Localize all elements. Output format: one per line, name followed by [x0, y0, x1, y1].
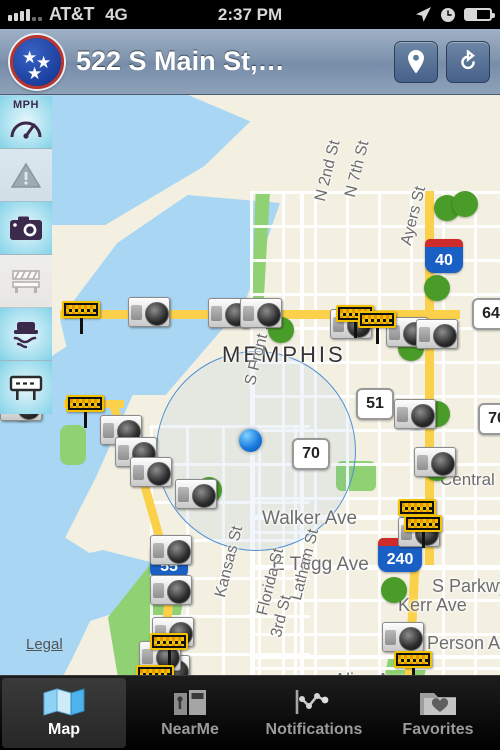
user-location-marker	[239, 429, 262, 452]
tennessee-tristar-logo[interactable]: ★ ★ ★	[10, 34, 64, 89]
tab-map[interactable]: Map	[2, 678, 126, 748]
camera-marker[interactable]	[382, 622, 424, 652]
map-canvas[interactable]: MEMPHIS McKeller Lake S Front St Walker …	[0, 95, 500, 675]
route-shield-us70: 70	[478, 403, 500, 435]
legal-link[interactable]: Legal	[26, 636, 63, 653]
map-label-street: S Parkwy	[432, 576, 500, 596]
favorites-folder-icon	[420, 693, 456, 715]
message-sign-marker[interactable]	[66, 395, 104, 428]
message-sign-marker[interactable]	[62, 301, 100, 334]
tab-label: Favorites	[402, 721, 474, 738]
tab-bar: Map NearMe Notifications Favorites	[0, 675, 500, 750]
camera-marker[interactable]	[416, 319, 458, 349]
camera-marker[interactable]	[175, 479, 217, 509]
route-shield-us51: 51	[356, 388, 394, 420]
map-label-street: Walker Ave	[262, 508, 358, 529]
sidebar-item-speed[interactable]: MPH	[0, 96, 52, 149]
message-sign-marker[interactable]	[136, 665, 174, 675]
message-sign-marker[interactable]	[150, 633, 188, 666]
sidebar-item-roadwork[interactable]	[0, 255, 52, 308]
map-label-city: MEMPHIS	[222, 342, 346, 367]
alarm-clock-icon	[441, 7, 455, 22]
tab-nearme[interactable]: NearMe	[128, 676, 252, 750]
message-sign-icon	[9, 375, 43, 400]
phone-screen: AT&T 4G 2:37 PM ★ ★ ★ 522 S Main St,… ME…	[0, 0, 500, 750]
speedometer-icon	[10, 121, 42, 139]
message-sign-marker[interactable]	[404, 515, 442, 548]
tab-label: NearMe	[161, 721, 219, 738]
status-bar: AT&T 4G 2:37 PM	[0, 0, 500, 29]
layer-toolbar: MPH	[0, 96, 52, 414]
condition-marker[interactable]	[452, 191, 478, 217]
sidebar-item-cameras[interactable]	[0, 202, 52, 255]
camera-marker[interactable]	[414, 447, 456, 477]
message-sign-marker[interactable]	[358, 311, 396, 344]
tab-favorites[interactable]: Favorites	[376, 676, 500, 750]
sidebar-item-incidents[interactable]	[0, 149, 52, 202]
location-arrow-icon	[416, 7, 431, 22]
camera-marker[interactable]	[150, 575, 192, 605]
slippery-road-icon	[13, 322, 38, 349]
condition-marker[interactable]	[424, 275, 450, 301]
battery-icon	[464, 8, 495, 21]
park-area	[60, 425, 86, 465]
map-icon	[43, 688, 85, 716]
camera-marker[interactable]	[394, 399, 436, 429]
route-shield-i40: 40	[425, 239, 463, 273]
refresh-icon	[461, 49, 475, 69]
camera-marker[interactable]	[240, 298, 282, 328]
sidebar-item-conditions[interactable]	[0, 308, 52, 361]
star-icon: ★	[27, 63, 43, 83]
tab-notifications[interactable]: Notifications	[252, 676, 376, 750]
map-label-street: E Trigg Ave	[272, 554, 369, 575]
camera-marker[interactable]	[128, 297, 170, 327]
map-label-street: Kerr Ave	[398, 595, 467, 615]
message-sign-marker[interactable]	[394, 651, 432, 675]
notifications-icon	[295, 690, 329, 714]
roadwork-barrier-icon	[12, 270, 40, 293]
sidebar-item-label: MPH	[13, 99, 39, 111]
star-icon: ★	[22, 47, 38, 67]
route-shield-us70: 70	[292, 438, 330, 470]
status-bar-right	[415, 6, 495, 23]
nearme-icon	[174, 690, 206, 715]
tab-label: Map	[48, 721, 80, 738]
navigation-bar: ★ ★ ★ 522 S Main St,…	[0, 29, 500, 95]
major-road	[250, 655, 500, 659]
page-title: 522 S Main St,…	[76, 46, 285, 76]
tab-label: Notifications	[265, 721, 363, 738]
warning-triangle-icon	[11, 162, 41, 188]
camera-marker[interactable]	[150, 535, 192, 565]
camera-marker[interactable]	[130, 457, 172, 487]
route-shield-us64: 64	[472, 298, 500, 330]
locate-button[interactable]	[394, 40, 438, 83]
sidebar-item-signs[interactable]	[0, 361, 52, 414]
map-pin-icon	[408, 49, 424, 73]
condition-marker[interactable]	[381, 577, 407, 603]
message-sign-marker[interactable]	[398, 499, 436, 532]
refresh-button[interactable]	[446, 40, 490, 83]
camera-icon	[10, 216, 42, 240]
